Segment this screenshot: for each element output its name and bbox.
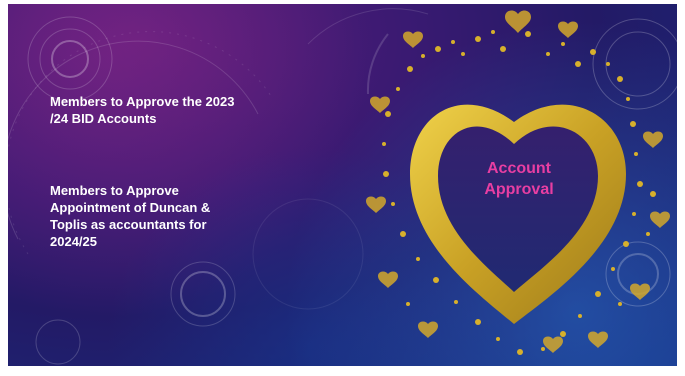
slide-canvas: Members to Approve the 2023 /24 BID Acco… (0, 0, 685, 376)
heart-title: Account Approval (464, 158, 574, 200)
heart-title-line2: Approval (484, 181, 554, 198)
slide: Members to Approve the 2023 /24 BID Acco… (8, 4, 677, 366)
bullet-approve-accounts: Members to Approve the 2023 /24 BID Acco… (50, 94, 235, 126)
gold-heart-frame (410, 104, 626, 324)
heart-title-line1: Account (487, 160, 551, 177)
bullet-approve-accountants: Members to Approve Appointment of Duncan… (50, 183, 211, 249)
